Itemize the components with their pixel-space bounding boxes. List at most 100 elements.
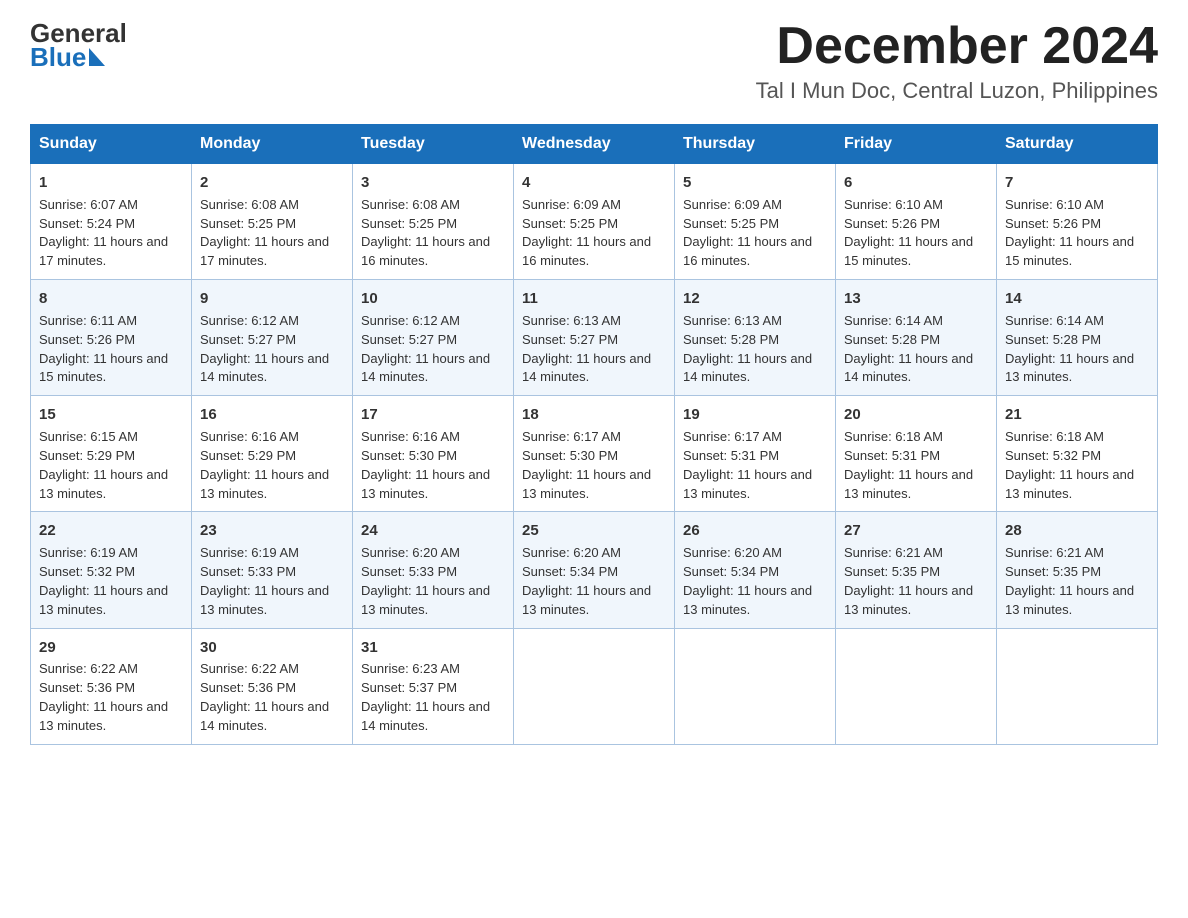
day-number: 21 [1005,404,1149,426]
calendar-cell: 20Sunrise: 6:18 AMSunset: 5:31 PMDayligh… [836,396,997,512]
calendar-cell: 12Sunrise: 6:13 AMSunset: 5:28 PMDayligh… [675,280,836,396]
logo-blue-text: Blue [30,44,86,70]
day-number: 4 [522,172,666,194]
calendar-cell [514,628,675,744]
calendar-cell: 30Sunrise: 6:22 AMSunset: 5:36 PMDayligh… [192,628,353,744]
calendar-cell: 25Sunrise: 6:20 AMSunset: 5:34 PMDayligh… [514,512,675,628]
header-day-saturday: Saturday [997,125,1158,164]
day-info: Sunrise: 6:20 AMSunset: 5:34 PMDaylight:… [522,544,666,619]
day-number: 18 [522,404,666,426]
calendar-cell: 31Sunrise: 6:23 AMSunset: 5:37 PMDayligh… [353,628,514,744]
calendar-cell: 28Sunrise: 6:21 AMSunset: 5:35 PMDayligh… [997,512,1158,628]
day-number: 24 [361,520,505,542]
day-number: 7 [1005,172,1149,194]
day-info: Sunrise: 6:12 AMSunset: 5:27 PMDaylight:… [361,312,505,387]
day-number: 26 [683,520,827,542]
day-info: Sunrise: 6:12 AMSunset: 5:27 PMDaylight:… [200,312,344,387]
header-day-thursday: Thursday [675,125,836,164]
day-info: Sunrise: 6:16 AMSunset: 5:30 PMDaylight:… [361,428,505,503]
day-info: Sunrise: 6:18 AMSunset: 5:31 PMDaylight:… [844,428,988,503]
calendar-cell [997,628,1158,744]
day-number: 11 [522,288,666,310]
month-title: December 2024 [756,20,1158,72]
day-number: 30 [200,637,344,659]
day-number: 10 [361,288,505,310]
calendar-cell: 15Sunrise: 6:15 AMSunset: 5:29 PMDayligh… [31,396,192,512]
header-day-wednesday: Wednesday [514,125,675,164]
calendar-week-row: 22Sunrise: 6:19 AMSunset: 5:32 PMDayligh… [31,512,1158,628]
logo-arrow-icon [89,48,105,66]
calendar-cell: 22Sunrise: 6:19 AMSunset: 5:32 PMDayligh… [31,512,192,628]
day-number: 12 [683,288,827,310]
day-number: 8 [39,288,183,310]
calendar-cell: 16Sunrise: 6:16 AMSunset: 5:29 PMDayligh… [192,396,353,512]
page-header: General Blue December 2024 Tal I Mun Doc… [30,20,1158,104]
day-number: 28 [1005,520,1149,542]
day-info: Sunrise: 6:10 AMSunset: 5:26 PMDaylight:… [844,196,988,271]
day-info: Sunrise: 6:21 AMSunset: 5:35 PMDaylight:… [844,544,988,619]
day-info: Sunrise: 6:23 AMSunset: 5:37 PMDaylight:… [361,660,505,735]
day-info: Sunrise: 6:22 AMSunset: 5:36 PMDaylight:… [200,660,344,735]
day-info: Sunrise: 6:22 AMSunset: 5:36 PMDaylight:… [39,660,183,735]
calendar-week-row: 8Sunrise: 6:11 AMSunset: 5:26 PMDaylight… [31,280,1158,396]
day-info: Sunrise: 6:16 AMSunset: 5:29 PMDaylight:… [200,428,344,503]
day-info: Sunrise: 6:14 AMSunset: 5:28 PMDaylight:… [1005,312,1149,387]
day-number: 27 [844,520,988,542]
day-info: Sunrise: 6:20 AMSunset: 5:34 PMDaylight:… [683,544,827,619]
calendar-week-row: 29Sunrise: 6:22 AMSunset: 5:36 PMDayligh… [31,628,1158,744]
calendar-cell: 19Sunrise: 6:17 AMSunset: 5:31 PMDayligh… [675,396,836,512]
day-info: Sunrise: 6:13 AMSunset: 5:28 PMDaylight:… [683,312,827,387]
header-day-tuesday: Tuesday [353,125,514,164]
calendar-cell: 24Sunrise: 6:20 AMSunset: 5:33 PMDayligh… [353,512,514,628]
day-info: Sunrise: 6:08 AMSunset: 5:25 PMDaylight:… [361,196,505,271]
calendar-cell: 1Sunrise: 6:07 AMSunset: 5:24 PMDaylight… [31,164,192,280]
day-info: Sunrise: 6:07 AMSunset: 5:24 PMDaylight:… [39,196,183,271]
day-number: 9 [200,288,344,310]
day-info: Sunrise: 6:21 AMSunset: 5:35 PMDaylight:… [1005,544,1149,619]
calendar-cell: 26Sunrise: 6:20 AMSunset: 5:34 PMDayligh… [675,512,836,628]
title-block: December 2024 Tal I Mun Doc, Central Luz… [756,20,1158,104]
day-info: Sunrise: 6:17 AMSunset: 5:31 PMDaylight:… [683,428,827,503]
calendar-cell: 23Sunrise: 6:19 AMSunset: 5:33 PMDayligh… [192,512,353,628]
day-number: 17 [361,404,505,426]
calendar-cell [675,628,836,744]
calendar-cell: 11Sunrise: 6:13 AMSunset: 5:27 PMDayligh… [514,280,675,396]
calendar-week-row: 15Sunrise: 6:15 AMSunset: 5:29 PMDayligh… [31,396,1158,512]
location-title: Tal I Mun Doc, Central Luzon, Philippine… [756,78,1158,104]
day-info: Sunrise: 6:14 AMSunset: 5:28 PMDaylight:… [844,312,988,387]
day-number: 16 [200,404,344,426]
calendar-cell: 27Sunrise: 6:21 AMSunset: 5:35 PMDayligh… [836,512,997,628]
day-info: Sunrise: 6:08 AMSunset: 5:25 PMDaylight:… [200,196,344,271]
calendar-cell: 10Sunrise: 6:12 AMSunset: 5:27 PMDayligh… [353,280,514,396]
day-number: 13 [844,288,988,310]
calendar-week-row: 1Sunrise: 6:07 AMSunset: 5:24 PMDaylight… [31,164,1158,280]
calendar-cell: 7Sunrise: 6:10 AMSunset: 5:26 PMDaylight… [997,164,1158,280]
calendar-table: SundayMondayTuesdayWednesdayThursdayFrid… [30,124,1158,745]
day-info: Sunrise: 6:17 AMSunset: 5:30 PMDaylight:… [522,428,666,503]
day-info: Sunrise: 6:18 AMSunset: 5:32 PMDaylight:… [1005,428,1149,503]
day-number: 25 [522,520,666,542]
calendar-cell: 18Sunrise: 6:17 AMSunset: 5:30 PMDayligh… [514,396,675,512]
day-number: 31 [361,637,505,659]
day-info: Sunrise: 6:19 AMSunset: 5:32 PMDaylight:… [39,544,183,619]
day-number: 2 [200,172,344,194]
calendar-cell: 5Sunrise: 6:09 AMSunset: 5:25 PMDaylight… [675,164,836,280]
day-number: 19 [683,404,827,426]
day-info: Sunrise: 6:09 AMSunset: 5:25 PMDaylight:… [683,196,827,271]
day-info: Sunrise: 6:20 AMSunset: 5:33 PMDaylight:… [361,544,505,619]
logo-icon: General Blue [30,20,127,70]
day-info: Sunrise: 6:15 AMSunset: 5:29 PMDaylight:… [39,428,183,503]
day-info: Sunrise: 6:09 AMSunset: 5:25 PMDaylight:… [522,196,666,271]
calendar-cell: 8Sunrise: 6:11 AMSunset: 5:26 PMDaylight… [31,280,192,396]
day-number: 15 [39,404,183,426]
day-number: 29 [39,637,183,659]
day-number: 23 [200,520,344,542]
header-day-friday: Friday [836,125,997,164]
calendar-cell: 14Sunrise: 6:14 AMSunset: 5:28 PMDayligh… [997,280,1158,396]
day-number: 5 [683,172,827,194]
header-day-monday: Monday [192,125,353,164]
calendar-cell: 21Sunrise: 6:18 AMSunset: 5:32 PMDayligh… [997,396,1158,512]
logo: General Blue [30,20,131,70]
header-day-sunday: Sunday [31,125,192,164]
day-number: 22 [39,520,183,542]
